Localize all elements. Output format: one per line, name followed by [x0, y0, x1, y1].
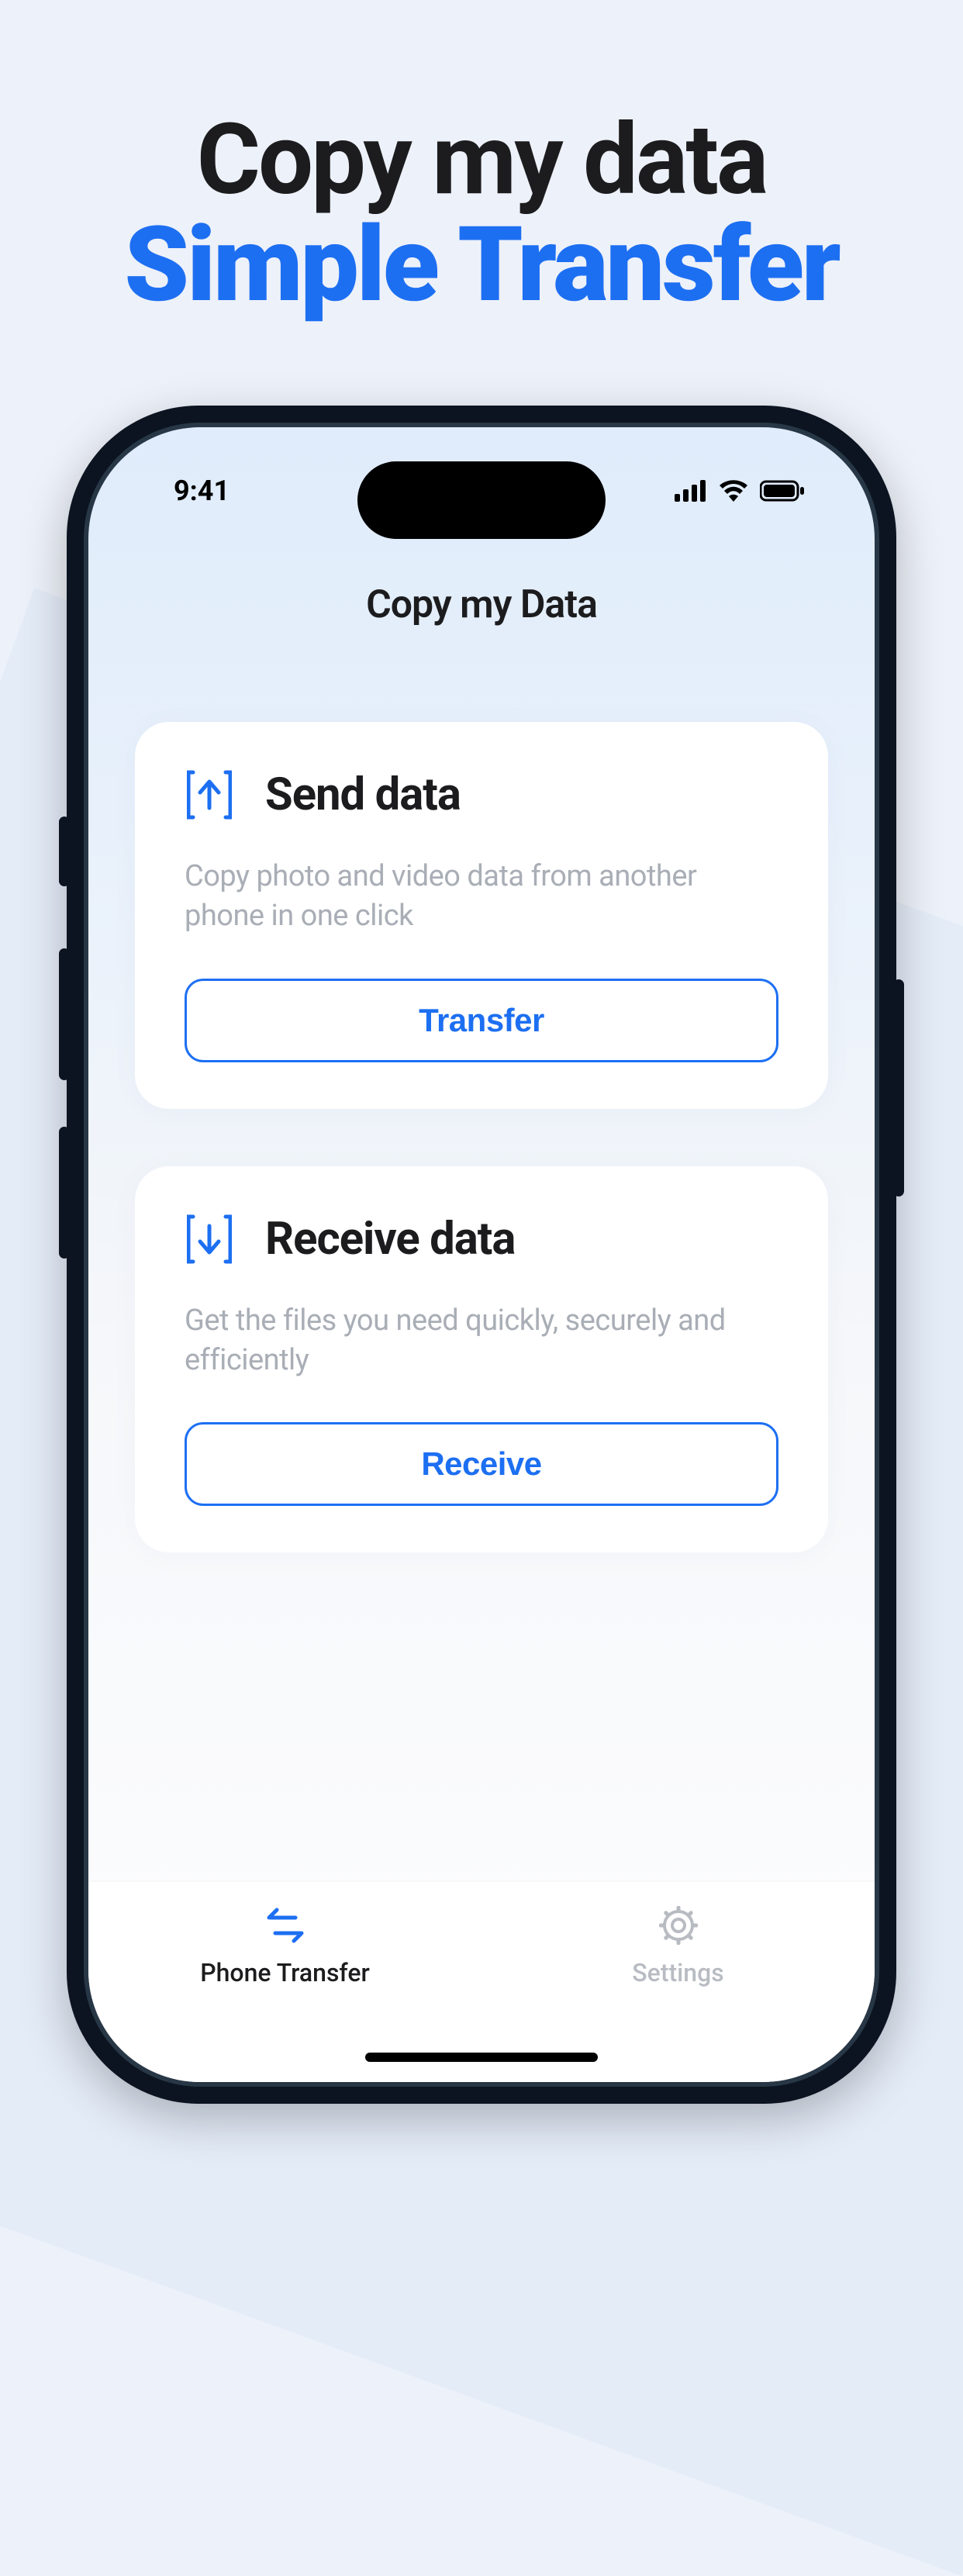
tab-bar: Phone Transfer Settings — [88, 1880, 875, 2082]
tab-phone-transfer-label: Phone Transfer — [88, 1958, 482, 1987]
phone-side-button — [59, 1127, 70, 1259]
phone-side-button — [59, 948, 70, 1080]
dynamic-island — [357, 461, 606, 539]
phone-side-button — [893, 979, 904, 1196]
tab-settings-label: Settings — [482, 1958, 875, 1987]
cellular-icon — [675, 480, 707, 502]
send-data-card: Send data Copy photo and video data from… — [135, 722, 828, 1109]
receive-button[interactable]: Receive — [185, 1422, 778, 1506]
battery-icon — [760, 480, 805, 502]
send-data-description: Copy photo and video data from another p… — [185, 857, 778, 937]
transfer-icon — [88, 1902, 482, 1949]
promo-headline: Copy my data Simple Transfer — [0, 109, 963, 320]
receive-data-description: Get the files you need quickly, securely… — [185, 1301, 778, 1381]
receive-data-card: Receive data Get the files you need quic… — [135, 1166, 828, 1553]
home-indicator — [365, 2053, 598, 2062]
send-data-title: Send data — [265, 768, 461, 821]
status-time: 9:41 — [174, 475, 230, 507]
phone-mockup: 9:41 — [67, 406, 896, 2104]
upload-icon — [185, 770, 234, 820]
transfer-button[interactable]: Transfer — [185, 979, 778, 1062]
headline-line-2: Simple Transfer — [0, 211, 963, 320]
wifi-icon — [718, 480, 749, 502]
phone-side-button — [59, 817, 70, 886]
download-icon — [185, 1214, 234, 1264]
receive-data-title: Receive data — [265, 1213, 515, 1266]
headline-line-1: Copy my data — [0, 109, 963, 211]
page-title: Copy my Data — [88, 582, 875, 627]
gear-icon — [482, 1902, 875, 1949]
